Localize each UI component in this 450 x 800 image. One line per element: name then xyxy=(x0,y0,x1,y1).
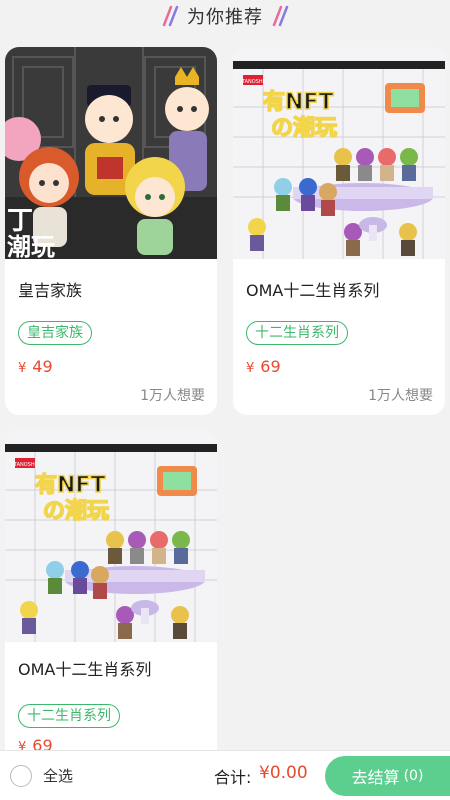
currency-symbol: ¥ xyxy=(246,361,255,376)
promo-side-text: 丁 xyxy=(7,206,33,236)
want-count: 1万人想要 xyxy=(368,388,433,404)
recommend-header: 为你推荐 xyxy=(0,0,450,32)
product-price: ¥49 xyxy=(18,357,53,376)
product-image[interactable]: 丁 潮玩 xyxy=(5,47,217,259)
product-card[interactable]: 丁 潮玩 皇吉家族 皇吉家族 ¥49 1万人想要 xyxy=(5,47,217,415)
product-card[interactable]: TANOSHI 有NFT の潮玩 OMA十二生肖系列 十二生肖系列 ¥ 69 1… xyxy=(233,47,445,415)
svg-text:の潮玩: の潮玩 xyxy=(43,499,109,524)
checkout-label: 去结算 xyxy=(351,768,400,787)
product-tag: 皇吉家族 xyxy=(18,321,92,345)
product-tag: 十二生肖系列 xyxy=(246,321,348,345)
price-value: 69 xyxy=(260,357,281,376)
product-tag: 十二生肖系列 xyxy=(18,704,120,728)
total-amount: ¥0.00 xyxy=(259,763,308,783)
stripe-decoration-icon xyxy=(272,5,289,27)
product-title: 皇吉家族 xyxy=(18,281,83,300)
page-title: 为你推荐 xyxy=(187,7,263,28)
svg-text:の潮玩: の潮玩 xyxy=(271,116,337,141)
product-title: OMA十二生肖系列 xyxy=(18,660,152,679)
want-count: 1万人想要 xyxy=(140,388,205,404)
checkout-button[interactable]: 去结算 (0) xyxy=(325,756,450,796)
currency-symbol: ¥ xyxy=(18,361,27,376)
product-title: OMA十二生肖系列 xyxy=(246,281,380,300)
stripe-decoration-icon xyxy=(162,5,179,27)
price-value: 49 xyxy=(32,357,53,376)
product-image[interactable]: TANOSHI 有NFT の潮玩 xyxy=(5,430,217,642)
svg-text:TANOSHI: TANOSHI xyxy=(241,79,264,85)
checkout-bar: 全选 合计: ¥0.00 去结算 (0) xyxy=(0,750,450,800)
product-image[interactable]: TANOSHI 有NFT の潮玩 xyxy=(233,47,445,259)
product-card[interactable]: TANOSHI 有NFT の潮玩 OMA十二生肖系列 十二生肖系列 ¥69 xyxy=(5,430,217,770)
promo-headline: 有NFT xyxy=(263,89,333,115)
select-all-checkbox[interactable] xyxy=(10,765,32,787)
svg-text:TANOSHI: TANOSHI xyxy=(13,462,36,468)
select-all-label[interactable]: 全选 xyxy=(43,765,73,786)
checkout-count: (0) xyxy=(403,768,424,784)
total-label: 合计: xyxy=(214,768,252,787)
promo-headline: 有NFT xyxy=(35,472,105,498)
product-price: ¥69 xyxy=(246,357,281,376)
svg-text:潮玩: 潮玩 xyxy=(7,233,55,259)
